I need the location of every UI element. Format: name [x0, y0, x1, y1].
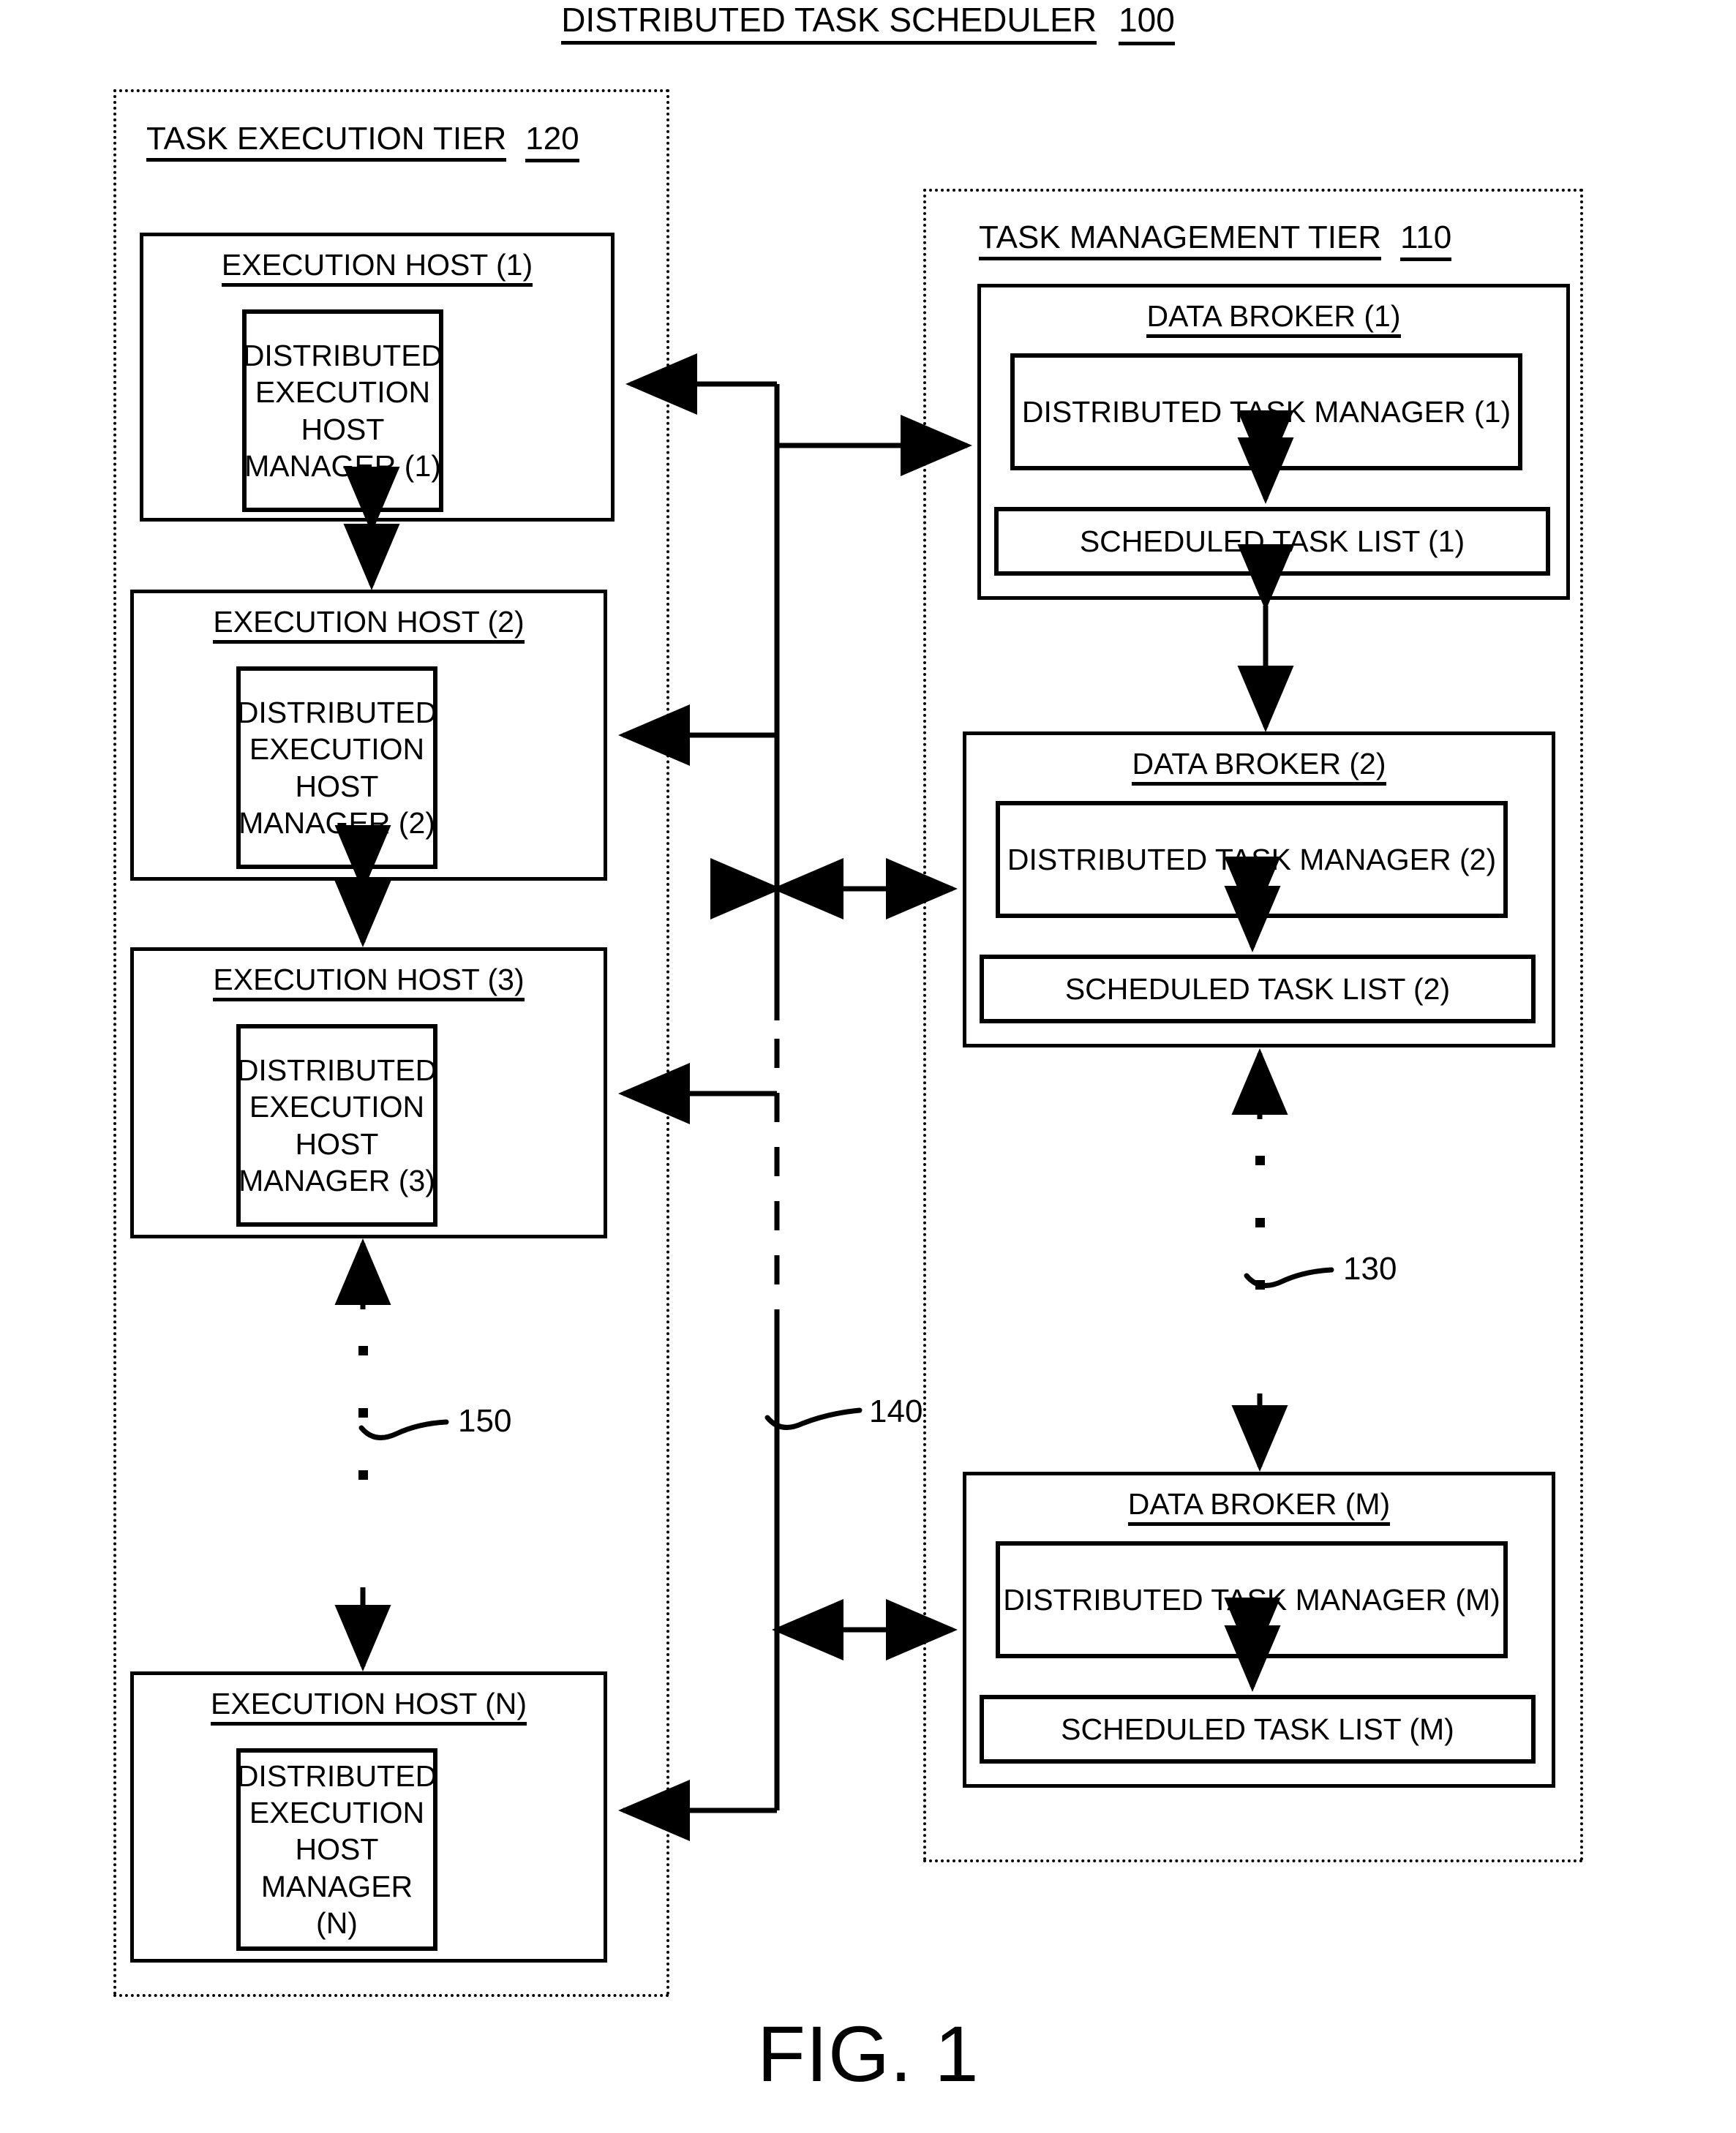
ref-140: 140 — [869, 1393, 923, 1429]
broker-chain-ellipsis — [1255, 1156, 1265, 1342]
host-chain-ellipsis — [358, 1346, 368, 1532]
ref-150: 150 — [458, 1403, 512, 1439]
ref-130: 130 — [1343, 1251, 1397, 1287]
leader-150 — [358, 1419, 449, 1440]
figure-canvas: DISTRIBUTED TASK SCHEDULER 100 TASK EXECU… — [0, 0, 1736, 2133]
connector-lines — [334, 353, 1334, 1841]
figure-caption: FIG. 1 — [756, 2009, 980, 2098]
leader-140 — [764, 1407, 863, 1430]
